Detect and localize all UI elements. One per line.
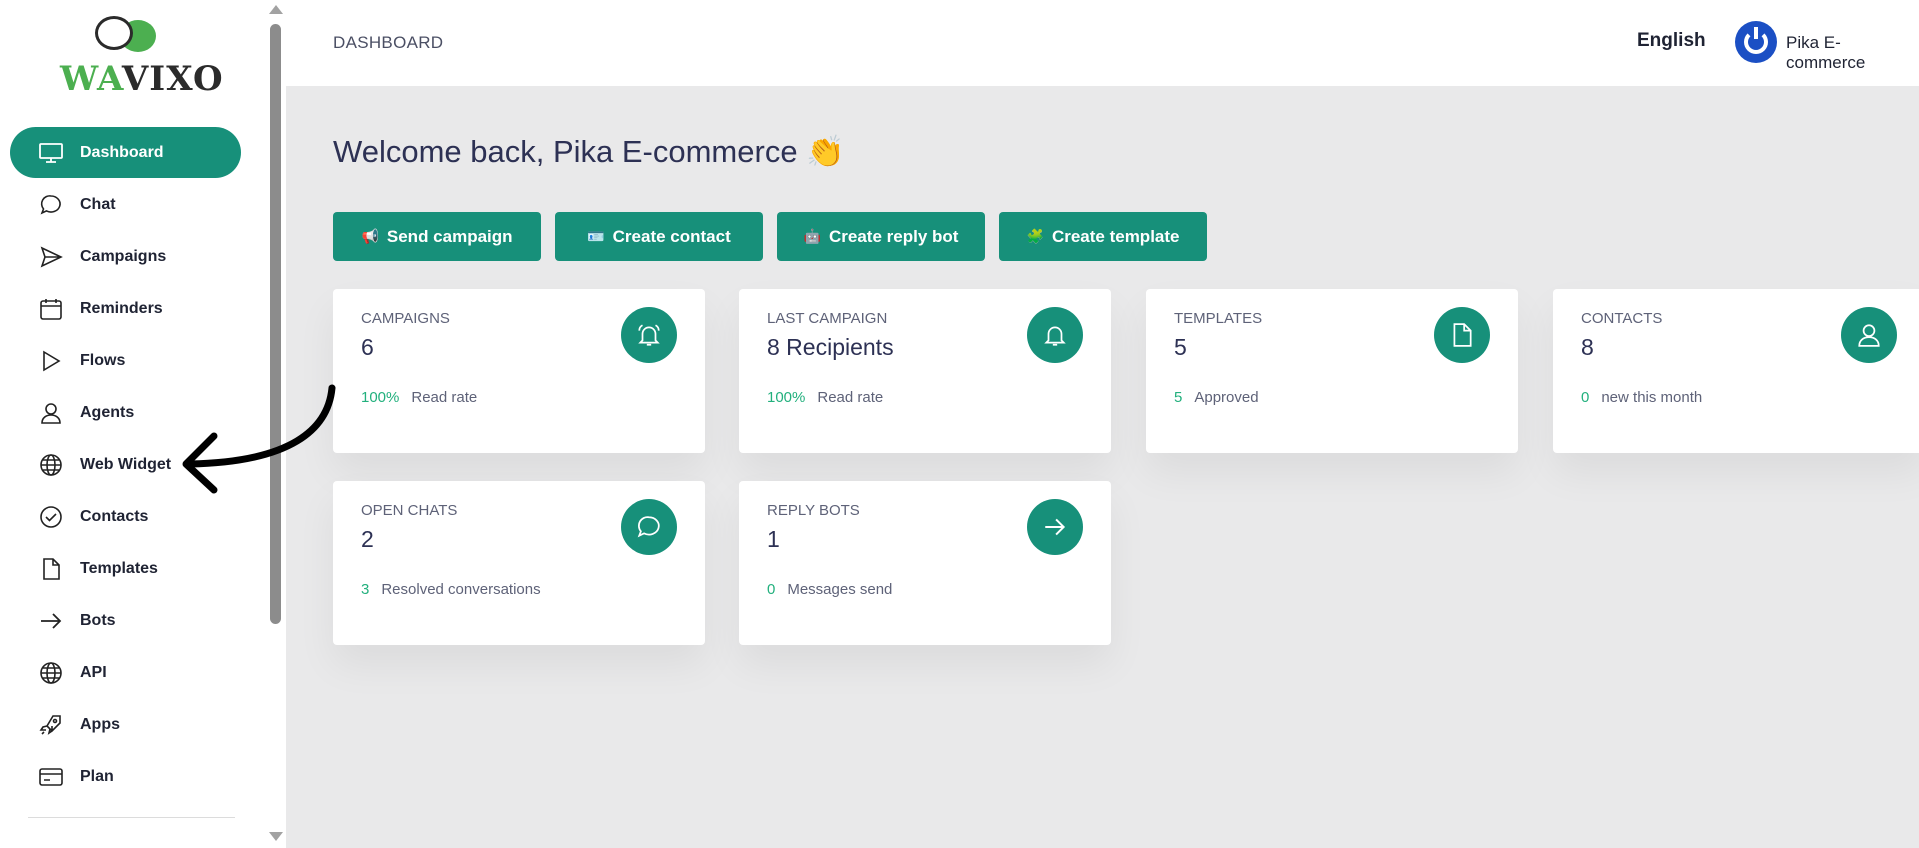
- bell-icon: [1027, 307, 1083, 363]
- scroll-down-arrow-icon[interactable]: [269, 832, 283, 841]
- sidebar-item-label: Plan: [80, 767, 114, 785]
- stat-card-templates[interactable]: TEMPLATES 5 5 Approved: [1146, 289, 1518, 453]
- user-name[interactable]: Pika E-commerce: [1786, 33, 1919, 73]
- file-icon: [1434, 307, 1490, 363]
- puzzle-icon: 🧩: [1026, 228, 1044, 244]
- sidebar-item-chat[interactable]: Chat: [10, 179, 241, 230]
- bell-ringing-icon: [621, 307, 677, 363]
- sidebar-item-api[interactable]: API: [10, 647, 241, 698]
- sidebar-item-label: Flows: [80, 351, 126, 369]
- create-contact-button[interactable]: 🪪 Create contact: [555, 212, 763, 261]
- user-icon: [1841, 307, 1897, 363]
- sidebar-item-campaigns[interactable]: Campaigns: [10, 231, 241, 282]
- scroll-up-arrow-icon[interactable]: [269, 5, 283, 14]
- page-title: Welcome back, Pika E-commerce 👏: [333, 134, 845, 169]
- sidebar-item-dashboard[interactable]: Dashboard: [10, 127, 241, 178]
- globe-icon: [38, 452, 64, 478]
- sidebar-item-label: Apps: [80, 715, 120, 733]
- logo-wordmark: WAVIXO: [60, 59, 224, 99]
- create-template-button[interactable]: 🧩 Create template: [999, 212, 1207, 261]
- sidebar-item-plan[interactable]: Plan: [10, 751, 241, 802]
- sidebar-item-reminders[interactable]: Reminders: [10, 283, 241, 334]
- logo-bubble-outline: [95, 16, 133, 50]
- id-card-icon: 🪪: [587, 228, 605, 244]
- play-icon: [38, 348, 64, 374]
- sidebar-item-label: Web Widget: [80, 455, 172, 473]
- sidebar-item-label: Agents: [80, 403, 135, 421]
- create-reply-bot-button[interactable]: 🤖 Create reply bot: [777, 212, 985, 261]
- sidebar-item-label: Reminders: [80, 299, 163, 317]
- sidebar-item-apps[interactable]: Apps: [10, 699, 241, 750]
- calendar-icon: [38, 296, 64, 322]
- avatar[interactable]: [1735, 21, 1777, 63]
- sidebar-item-label: Templates: [80, 559, 158, 577]
- sidebar-item-label: Campaigns: [80, 247, 167, 265]
- send-campaign-button[interactable]: 📢 Send campaign: [333, 212, 541, 261]
- stat-card-campaigns[interactable]: CAMPAIGNS 6 100% Read rate: [333, 289, 705, 453]
- monitor-icon: [38, 140, 64, 166]
- robot-icon: 🤖: [803, 228, 821, 244]
- user-icon: [38, 400, 64, 426]
- sidebar-item-flows[interactable]: Flows: [10, 335, 241, 386]
- wavixo-logo[interactable]: WAVIXO: [60, 14, 223, 99]
- file-icon: [38, 556, 64, 582]
- stat-card-contacts[interactable]: CONTACTS 8 0 new this month: [1553, 289, 1919, 453]
- language-selector[interactable]: English: [1637, 30, 1706, 52]
- arrow-right-icon: [1027, 499, 1083, 555]
- scrollbar-thumb[interactable]: [270, 24, 281, 624]
- globe-icon: [38, 660, 64, 686]
- breadcrumb: DASHBOARD: [333, 33, 444, 52]
- chat-bubble-icon: [38, 192, 64, 218]
- sidebar-divider: [28, 817, 235, 818]
- sidebar-item-label: API: [80, 663, 107, 681]
- arrow-right-icon: [38, 608, 64, 634]
- quick-actions: 📢 Send campaign 🪪 Create contact 🤖 Create r…: [333, 212, 1221, 261]
- top-bar: DASHBOARD English Pika E-commerce: [286, 0, 1919, 86]
- sidebar-item-label: Bots: [80, 611, 116, 629]
- stat-card-reply-bots[interactable]: REPLY BOTS 1 0 Messages send: [739, 481, 1111, 645]
- sidebar-item-templates[interactable]: Templates: [10, 543, 241, 594]
- annotation-arrow-icon: [182, 384, 336, 494]
- megaphone-icon: 📢: [361, 228, 379, 244]
- power-icon: [1744, 27, 1768, 54]
- stat-card-last-campaign[interactable]: LAST CAMPAIGN 8 Recipients 100% Read rate: [739, 289, 1111, 453]
- sidebar-item-label: Contacts: [80, 507, 149, 525]
- chat-bubble-icon: [621, 499, 677, 555]
- sidebar-item-bots[interactable]: Bots: [10, 595, 241, 646]
- credit-card-icon: [38, 764, 64, 790]
- send-icon: [38, 244, 64, 270]
- sidebar-item-label: Chat: [80, 195, 116, 213]
- sidebar-item-label: Dashboard: [80, 143, 164, 161]
- rocket-icon: [38, 712, 64, 738]
- check-circle-icon: [38, 504, 64, 530]
- stat-card-open-chats[interactable]: OPEN CHATS 2 3 Resolved conversations: [333, 481, 705, 645]
